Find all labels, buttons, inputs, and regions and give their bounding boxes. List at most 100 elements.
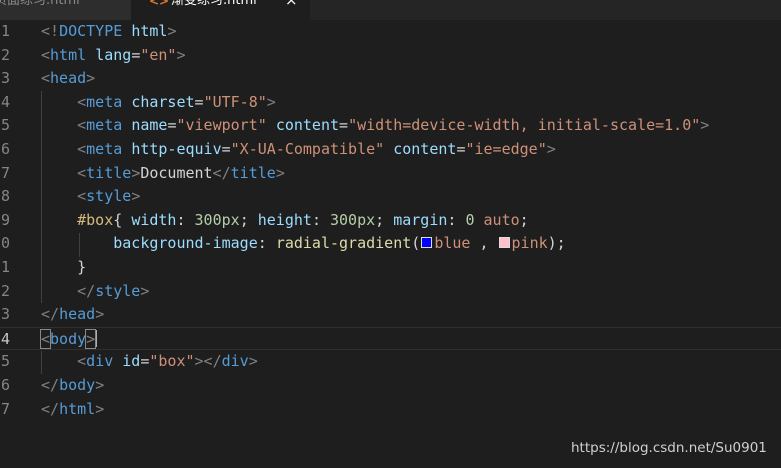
code-token: ); [547, 234, 566, 253]
code-token: "box" [149, 352, 195, 371]
code-token: body [59, 376, 96, 394]
code-token: style [86, 187, 132, 206]
code-token: div [221, 352, 249, 371]
line-number: 6 [0, 376, 10, 394]
line-number: 7 [0, 399, 10, 418]
code-line[interactable]: 2 </style> [0, 280, 781, 304]
code-token: : [311, 210, 330, 229]
code-line[interactable]: 1 } [0, 256, 781, 280]
line-number: 2 [0, 281, 10, 300]
code-token: < [77, 352, 87, 371]
code-token: > [546, 140, 556, 158]
code-line[interactable]: 1 <!DOCTYPE html> [0, 20, 781, 44]
code-token: id [122, 352, 141, 371]
code-token: "en" [140, 45, 177, 64]
code-token: "ie=edge" [465, 140, 547, 158]
code-token: = [339, 116, 349, 135]
code-token: <! [41, 22, 60, 40]
code-text: #box{ width: 300px; height: 300px; margi… [41, 209, 529, 233]
code-token: < [77, 187, 87, 206]
code-text: <meta charset="UTF-8"> [41, 91, 276, 115]
code-line[interactable]: 6 </body> [0, 374, 781, 398]
tab-gradient-practice[interactable]: <> 渐变练习.html × [131, 0, 310, 20]
code-token: : [447, 210, 466, 229]
code-token: > [176, 45, 186, 64]
code-text: <div id="box"></div> [41, 350, 258, 374]
code-token: title [230, 163, 276, 182]
tab-label: 渐变练习.html [171, 0, 257, 8]
code-line[interactable]: 3 <head> [0, 67, 781, 91]
code-token: </ [212, 163, 231, 182]
line-number: 9 [0, 210, 10, 229]
matching-bracket: > [85, 328, 97, 349]
code-line[interactable]: 4 <body> [0, 326, 781, 352]
code-token: ; [239, 210, 258, 229]
code-line[interactable]: 0 background-image: radial-gradient(blue… [0, 232, 781, 256]
matching-bracket: < [39, 328, 52, 349]
line-number: 8 [0, 187, 10, 206]
code-text: <style> [41, 185, 140, 209]
code-token: < [41, 45, 51, 64]
code-text: <!DOCTYPE html> [41, 20, 176, 44]
code-token: > [140, 281, 150, 300]
code-token: meta [86, 140, 123, 158]
close-icon[interactable]: × [285, 0, 298, 10]
code-token: meta [86, 116, 123, 135]
code-token: html [59, 399, 96, 418]
code-token: auto [483, 210, 520, 229]
code-token: head [50, 69, 87, 88]
line-number: 1 [0, 258, 10, 276]
code-token: "X-UA-Compatible" [230, 140, 385, 158]
code-text: <meta name="viewport" content="width=dev… [41, 114, 709, 138]
code-text: </body> [41, 374, 104, 398]
code-line[interactable]: 8 <style> [0, 185, 781, 209]
code-token: > [95, 376, 105, 394]
code-token: "width=device-width, initial-scale=1.0" [348, 116, 701, 135]
code-line[interactable]: 7 </html> [0, 398, 781, 422]
code-line[interactable]: 5 <meta name="viewport" content="width=d… [0, 114, 781, 138]
code-token: DOCTYPE [59, 22, 123, 40]
code-line[interactable]: 4 <meta charset="UTF-8"> [0, 91, 781, 115]
code-line[interactable]: 7 <title>Document</title> [0, 162, 781, 186]
code-token: name [131, 116, 168, 135]
code-token: "UTF-8" [203, 92, 267, 111]
color-swatch-icon[interactable] [421, 237, 433, 249]
code-token: pink [511, 234, 548, 253]
code-text: <body> [39, 328, 98, 352]
code-token: } [41, 258, 87, 276]
code-line[interactable]: 3 </head> [0, 303, 781, 327]
code-token: "viewport" [176, 116, 267, 135]
code-token: style [95, 281, 141, 300]
code-text: <title>Document</title> [41, 162, 285, 186]
line-number: 5 [0, 352, 10, 371]
code-token: > [266, 92, 276, 111]
code-text: <head> [41, 67, 95, 91]
code-token: < [77, 92, 87, 111]
line-number: 4 [0, 329, 10, 348]
code-editor[interactable]: 1 <!DOCTYPE html> 2 <html lang="en"> 3 <head>… [0, 20, 781, 468]
tab-page-practice[interactable]: 页面练习.html [0, 0, 131, 20]
code-token: head [59, 305, 96, 324]
code-token: html [50, 45, 87, 64]
code-token: > [95, 305, 105, 324]
code-line[interactable]: 5 <div id="box"></div> [0, 350, 781, 374]
color-swatch-icon[interactable] [498, 237, 510, 249]
code-token: </ [41, 376, 60, 394]
code-token: > [275, 163, 285, 182]
code-line[interactable]: 2 <html lang="en"> [0, 44, 781, 68]
code-line[interactable]: 6 <meta http-equiv="X-UA-Compatible" con… [0, 138, 781, 162]
code-text: </head> [41, 303, 104, 327]
code-line[interactable]: 9 #box{ width: 300px; height: 300px; mar… [0, 209, 781, 233]
code-token: > [131, 187, 141, 206]
code-token: > [86, 69, 96, 88]
code-token: : [257, 234, 276, 253]
text-cursor [95, 329, 98, 347]
